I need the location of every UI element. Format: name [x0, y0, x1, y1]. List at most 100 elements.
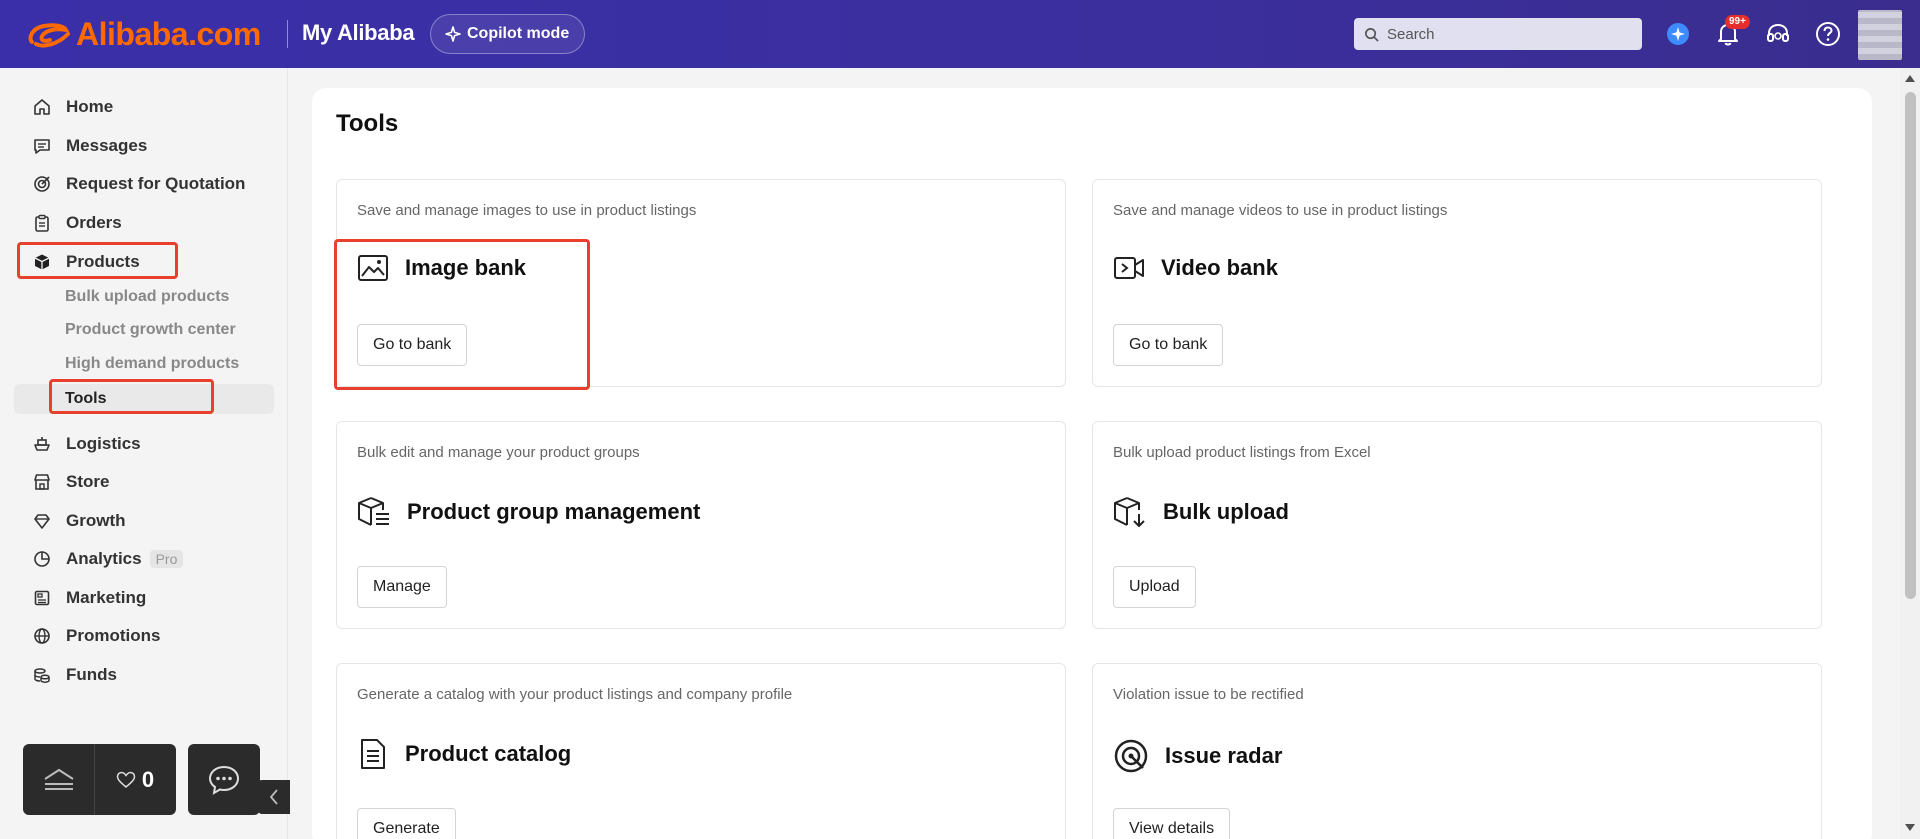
radar-icon [1114, 739, 1148, 773]
video-icon [1114, 257, 1144, 279]
products-highlight-box [17, 242, 178, 279]
avatar[interactable] [1858, 10, 1902, 60]
sidebar-subitem-product-growth-center[interactable]: Product growth center [65, 316, 236, 344]
sidebar-item-growth[interactable]: Growth [32, 506, 126, 536]
sidebar-item-request-for-quotation[interactable]: Request for Quotation [32, 169, 245, 199]
target-icon [32, 174, 52, 194]
card-heading: Issue radar [1113, 738, 1282, 774]
header-divider [287, 20, 288, 48]
search-placeholder: Search [1387, 25, 1435, 43]
view-details-button[interactable]: View details [1113, 808, 1231, 839]
clipboard-icon [32, 213, 52, 233]
upload-button[interactable]: Upload [1113, 566, 1196, 608]
chat-button[interactable] [188, 744, 260, 815]
tool-card-issue-radar: Violation issue to be rectified Issue ra… [1092, 663, 1822, 839]
sidebar-item-logistics[interactable]: Logistics [32, 429, 141, 459]
sidebar-item-label: Logistics [66, 434, 141, 453]
customer-service-icon[interactable] [1762, 18, 1794, 50]
ai-assistant-icon[interactable] [1662, 18, 1694, 50]
alibaba-logo[interactable]: Alibaba.com [26, 16, 261, 53]
store-icon [32, 472, 52, 492]
scrollbar-thumb[interactable] [1905, 92, 1916, 599]
sidebar-item-label: Growth [66, 511, 126, 530]
pie-chart-icon [32, 549, 52, 569]
collapse-up-icon [43, 768, 74, 790]
manage-button[interactable]: Manage [357, 566, 447, 608]
top-bar: Alibaba.com My Alibaba Copilot mode Sear… [0, 0, 1920, 68]
sidebar-subitem-bulk-upload-products[interactable]: Bulk upload products [65, 283, 229, 311]
card-heading: Product group management [357, 496, 700, 528]
tool-card-video-bank: Save and manage videos to use in product… [1092, 179, 1822, 387]
search-icon [1365, 27, 1379, 42]
sidebar-item-promotions[interactable]: Promotions [32, 621, 160, 651]
notification-badge: 99+ [1725, 15, 1750, 29]
card-description: Violation issue to be rectified [1113, 686, 1304, 703]
logo-text: Alibaba.com [76, 16, 261, 52]
card-description: Bulk upload product listings from Excel [1113, 444, 1371, 461]
copilot-mode-button[interactable]: Copilot mode [430, 14, 586, 54]
box-list-icon [358, 497, 389, 526]
sidebar-item-label: Marketing [66, 588, 147, 607]
message-icon [32, 136, 52, 156]
sidebar-item-messages[interactable]: Messages [32, 131, 147, 161]
sidebar-item-funds[interactable]: Funds [32, 660, 117, 690]
diamond-icon [32, 511, 52, 531]
main-content: Tools Save and manage images to use in p… [312, 88, 1872, 839]
sidebar-item-marketing[interactable]: Marketing [32, 583, 146, 613]
alibaba-logo-icon [28, 22, 70, 48]
scroll-down-arrow-icon[interactable] [1905, 824, 1915, 832]
sidebar-item-label: Request for Quotation [66, 174, 246, 193]
favorites-count: 0 [141, 766, 155, 792]
sparkle-icon [445, 26, 461, 42]
ad-icon [32, 588, 52, 608]
page-title: Tools [336, 110, 399, 137]
document-icon [361, 739, 385, 769]
search-input[interactable]: Search [1354, 18, 1642, 50]
card-heading: Video bank [1113, 254, 1278, 282]
card-description: Save and manage images to use in product… [357, 202, 697, 219]
box-download-icon [1114, 497, 1145, 528]
card-title: Bulk upload [1163, 499, 1289, 524]
home-icon [32, 97, 52, 117]
generate-button[interactable]: Generate [357, 808, 456, 839]
card-description: Generate a catalog with your product lis… [357, 686, 793, 703]
my-alibaba-title[interactable]: My Alibaba [302, 20, 415, 46]
scroll-top-button[interactable] [23, 744, 95, 815]
card-heading: Product catalog [357, 738, 571, 770]
go-to-video-bank-button[interactable]: Go to bank [1113, 324, 1224, 366]
sidebar-item-store[interactable]: Store [32, 467, 109, 497]
card-title: Issue radar [1165, 743, 1283, 768]
sidebar-item-orders[interactable]: Orders [32, 208, 122, 238]
sidebar-item-label: Funds [66, 665, 117, 684]
tool-card-product-catalog: Generate a catalog with your product lis… [336, 663, 1066, 839]
coins-icon [32, 665, 52, 685]
tool-card-bulk-upload: Bulk upload product listings from Excel … [1092, 421, 1822, 629]
favorites-button[interactable]: 0 [95, 744, 175, 815]
sidebar-item-analytics[interactable]: Analytics Pro [32, 544, 184, 574]
scroll-up-arrow-icon[interactable] [1905, 74, 1915, 82]
ship-icon [32, 434, 52, 454]
sidebar: Home Messages Request for Quotation Orde… [0, 68, 290, 839]
tool-card-product-group-management: Bulk edit and manage your product groups… [336, 421, 1066, 629]
sidebar-item-home[interactable]: Home [32, 92, 113, 122]
card-description: Bulk edit and manage your product groups [357, 444, 640, 461]
card-description: Save and manage videos to use in product… [1113, 202, 1448, 219]
card-title: Video bank [1161, 255, 1278, 280]
sidebar-item-label: Home [66, 97, 114, 116]
sidebar-collapse-button[interactable] [258, 780, 290, 814]
heart-icon [116, 771, 136, 788]
sidebar-item-label: Analytics [66, 549, 142, 568]
image-bank-highlight-box [334, 239, 590, 390]
pro-badge: Pro [149, 550, 184, 568]
sidebar-subitem-high-demand-products[interactable]: High demand products [65, 350, 239, 378]
sidebar-item-label: Messages [66, 136, 148, 155]
tools-highlight-box [49, 379, 214, 414]
sidebar-item-label: Orders [66, 213, 122, 232]
copilot-mode-label: Copilot mode [467, 25, 570, 42]
floating-toolbar: 0 [23, 744, 176, 815]
help-icon[interactable] [1812, 18, 1844, 50]
sidebar-item-label: Promotions [66, 626, 161, 645]
chat-bubble-icon [208, 765, 240, 795]
card-title: Product group management [407, 499, 701, 524]
globe-icon [32, 626, 52, 646]
